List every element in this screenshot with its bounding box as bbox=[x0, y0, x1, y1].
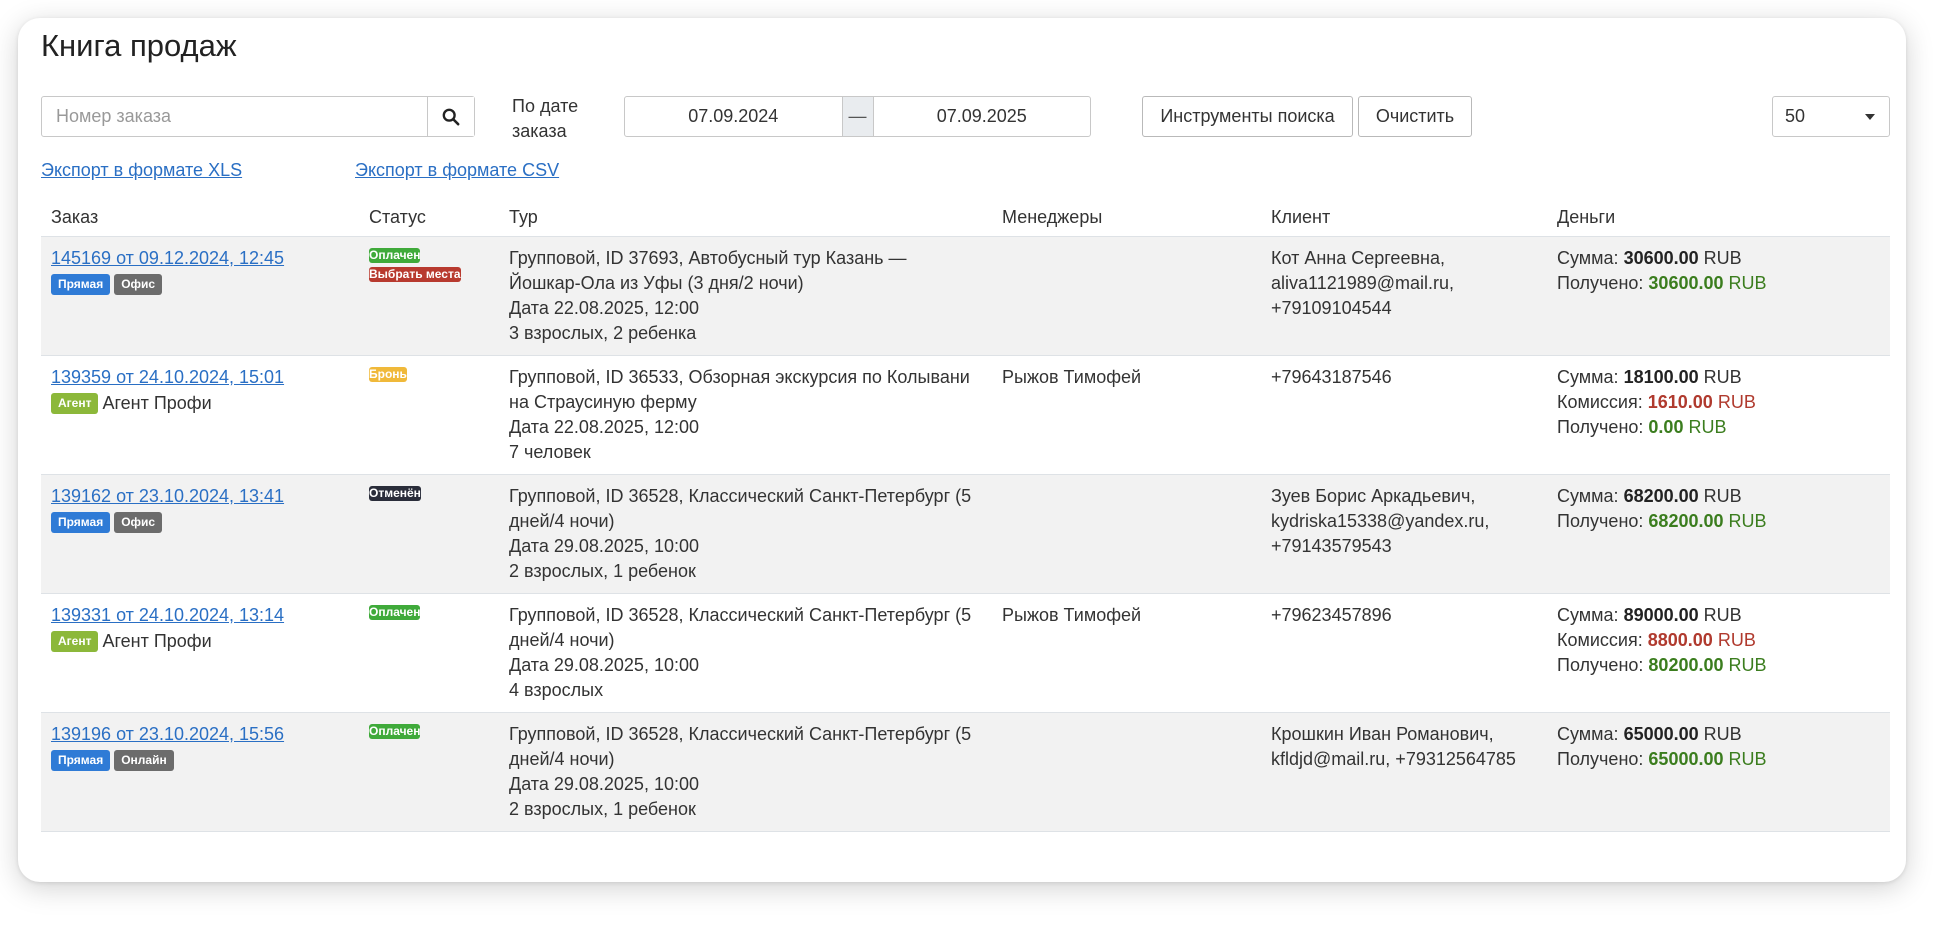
col-status: Статус bbox=[359, 198, 499, 237]
money-received: Получено: 80200.00 RUB bbox=[1557, 655, 1767, 675]
table-header-row: Заказ Статус Тур Менеджеры Клиент Деньги bbox=[41, 198, 1890, 237]
tour-name: Групповой, ID 36533, Обзорная экскурсия … bbox=[509, 367, 970, 412]
page-size-value: 50 bbox=[1785, 106, 1806, 126]
money-received: Получено: 30600.00 RUB bbox=[1557, 273, 1767, 293]
order-link[interactable]: 145169 от 09.12.2024, 12:45 bbox=[51, 246, 349, 271]
channel-badge: Прямая bbox=[51, 273, 111, 295]
status-badge: Бронь bbox=[369, 367, 407, 382]
sales-book-panel: Книга продаж По дате заказа 07.09.2024 —… bbox=[18, 18, 1906, 882]
date-filter-label: По дате заказа bbox=[512, 96, 579, 141]
date-separator: — bbox=[841, 97, 874, 136]
table-row: 139331 от 24.10.2024, 13:14 Агент Агент П… bbox=[41, 593, 1890, 713]
page-title: Книга продаж bbox=[41, 28, 237, 63]
tour-date: Дата 22.08.2025, 12:00 bbox=[509, 417, 699, 437]
clear-button[interactable]: Очистить bbox=[1358, 96, 1472, 137]
select-seats-badge[interactable]: Выбрать места bbox=[369, 267, 461, 282]
money-received: Получено: 65000.00 RUB bbox=[1557, 749, 1767, 769]
export-csv-link[interactable]: Экспорт в формате CSV bbox=[355, 160, 559, 181]
table-row: 139162 от 23.10.2024, 13:41 Прямая Офис О… bbox=[41, 474, 1890, 594]
tour-date: Дата 29.08.2025, 10:00 bbox=[509, 536, 699, 556]
col-order: Заказ bbox=[41, 198, 359, 237]
col-managers: Менеджеры bbox=[992, 198, 1261, 237]
money-sum: Сумма: 18100.00 RUB bbox=[1557, 367, 1742, 387]
client: +79643187546 bbox=[1261, 355, 1547, 475]
agent-badge: Агент bbox=[51, 392, 99, 414]
manager bbox=[992, 474, 1261, 594]
source-badge: Офис bbox=[114, 273, 163, 295]
money-commission: Комиссия: 1610.00 RUB bbox=[1557, 392, 1756, 412]
money-sum: Сумма: 30600.00 RUB bbox=[1557, 248, 1742, 268]
col-tour: Тур bbox=[499, 198, 992, 237]
search-icon bbox=[442, 108, 460, 125]
order-link[interactable]: 139359 от 24.10.2024, 15:01 bbox=[51, 365, 349, 390]
order-link[interactable]: 139162 от 23.10.2024, 13:41 bbox=[51, 484, 349, 509]
date-from-input[interactable]: 07.09.2024 bbox=[625, 97, 842, 136]
tour-name: Групповой, ID 36528, Классический Санкт-… bbox=[509, 724, 972, 769]
tour-people: 4 взрослых bbox=[509, 680, 604, 700]
source-badge: Офис bbox=[114, 511, 163, 533]
tour-people: 2 взрослых, 1 ребенок bbox=[509, 561, 696, 581]
order-link[interactable]: 139331 от 24.10.2024, 13:14 bbox=[51, 603, 349, 628]
tour-name: Групповой, ID 36528, Классический Санкт-… bbox=[509, 486, 972, 531]
agent-name: Агент Профи bbox=[102, 392, 212, 413]
export-xls-link[interactable]: Экспорт в формате XLS bbox=[41, 160, 242, 181]
tour-date: Дата 29.08.2025, 10:00 bbox=[509, 774, 699, 794]
manager: Рыжов Тимофей bbox=[992, 355, 1261, 475]
status-badge: Оплачен bbox=[369, 724, 421, 739]
col-money: Деньги bbox=[1547, 198, 1890, 237]
manager bbox=[992, 712, 1261, 832]
money-received: Получено: 68200.00 RUB bbox=[1557, 511, 1767, 531]
tour-people: 3 взрослых, 2 ребенка bbox=[509, 323, 697, 343]
table-row: 139359 от 24.10.2024, 15:01 Агент Агент П… bbox=[41, 355, 1890, 475]
client: Кот Анна Сергеевна, aliva1121989@mail.ru… bbox=[1261, 236, 1547, 356]
tour-people: 7 человек bbox=[509, 442, 591, 462]
order-number-input[interactable] bbox=[42, 97, 427, 136]
source-badge: Онлайн bbox=[114, 749, 174, 771]
status-badge: Отменён bbox=[369, 486, 421, 501]
table-row: 139196 от 23.10.2024, 15:56 Прямая Онлайн… bbox=[41, 712, 1890, 832]
client: Крошкин Иван Романович, kfldjd@mail.ru, … bbox=[1261, 712, 1547, 832]
tour-name: Групповой, ID 37693, Автобусный тур Каза… bbox=[509, 248, 907, 293]
search-button[interactable] bbox=[427, 97, 474, 136]
channel-badge: Прямая bbox=[51, 511, 111, 533]
date-to-input[interactable]: 07.09.2025 bbox=[874, 97, 1091, 136]
chevron-down-icon bbox=[1865, 113, 1875, 120]
client: Зуев Борис Аркадьевич, kydriska15338@yan… bbox=[1261, 474, 1547, 594]
money-commission: Комиссия: 8800.00 RUB bbox=[1557, 630, 1756, 650]
client: +79623457896 bbox=[1261, 593, 1547, 713]
money-received: Получено: 0.00 RUB bbox=[1557, 417, 1727, 437]
money-sum: Сумма: 65000.00 RUB bbox=[1557, 724, 1742, 744]
tour-date: Дата 22.08.2025, 12:00 bbox=[509, 298, 699, 318]
agent-badge: Агент bbox=[51, 630, 99, 652]
table-row: 145169 от 09.12.2024, 12:45 Прямая Офис О… bbox=[41, 236, 1890, 356]
orders-table: Заказ Статус Тур Менеджеры Клиент Деньги… bbox=[41, 198, 1890, 832]
order-link[interactable]: 139196 от 23.10.2024, 15:56 bbox=[51, 722, 349, 747]
manager: Рыжов Тимофей bbox=[992, 593, 1261, 713]
col-client: Клиент bbox=[1261, 198, 1547, 237]
page-size-select[interactable]: 50 bbox=[1772, 96, 1890, 137]
money-sum: Сумма: 68200.00 RUB bbox=[1557, 486, 1742, 506]
agent-name: Агент Профи bbox=[102, 630, 212, 651]
manager bbox=[992, 236, 1261, 356]
order-search bbox=[41, 96, 475, 137]
money-sum: Сумма: 89000.00 RUB bbox=[1557, 605, 1742, 625]
channel-badge: Прямая bbox=[51, 749, 111, 771]
status-badge: Оплачен bbox=[369, 605, 421, 620]
tour-name: Групповой, ID 36528, Классический Санкт-… bbox=[509, 605, 972, 650]
tour-date: Дата 29.08.2025, 10:00 bbox=[509, 655, 699, 675]
tour-people: 2 взрослых, 1 ребенок bbox=[509, 799, 696, 819]
status-badge: Оплачен bbox=[369, 248, 421, 263]
date-range: 07.09.2024 — 07.09.2025 bbox=[624, 96, 1091, 137]
search-tools-button[interactable]: Инструменты поиска bbox=[1142, 96, 1353, 137]
